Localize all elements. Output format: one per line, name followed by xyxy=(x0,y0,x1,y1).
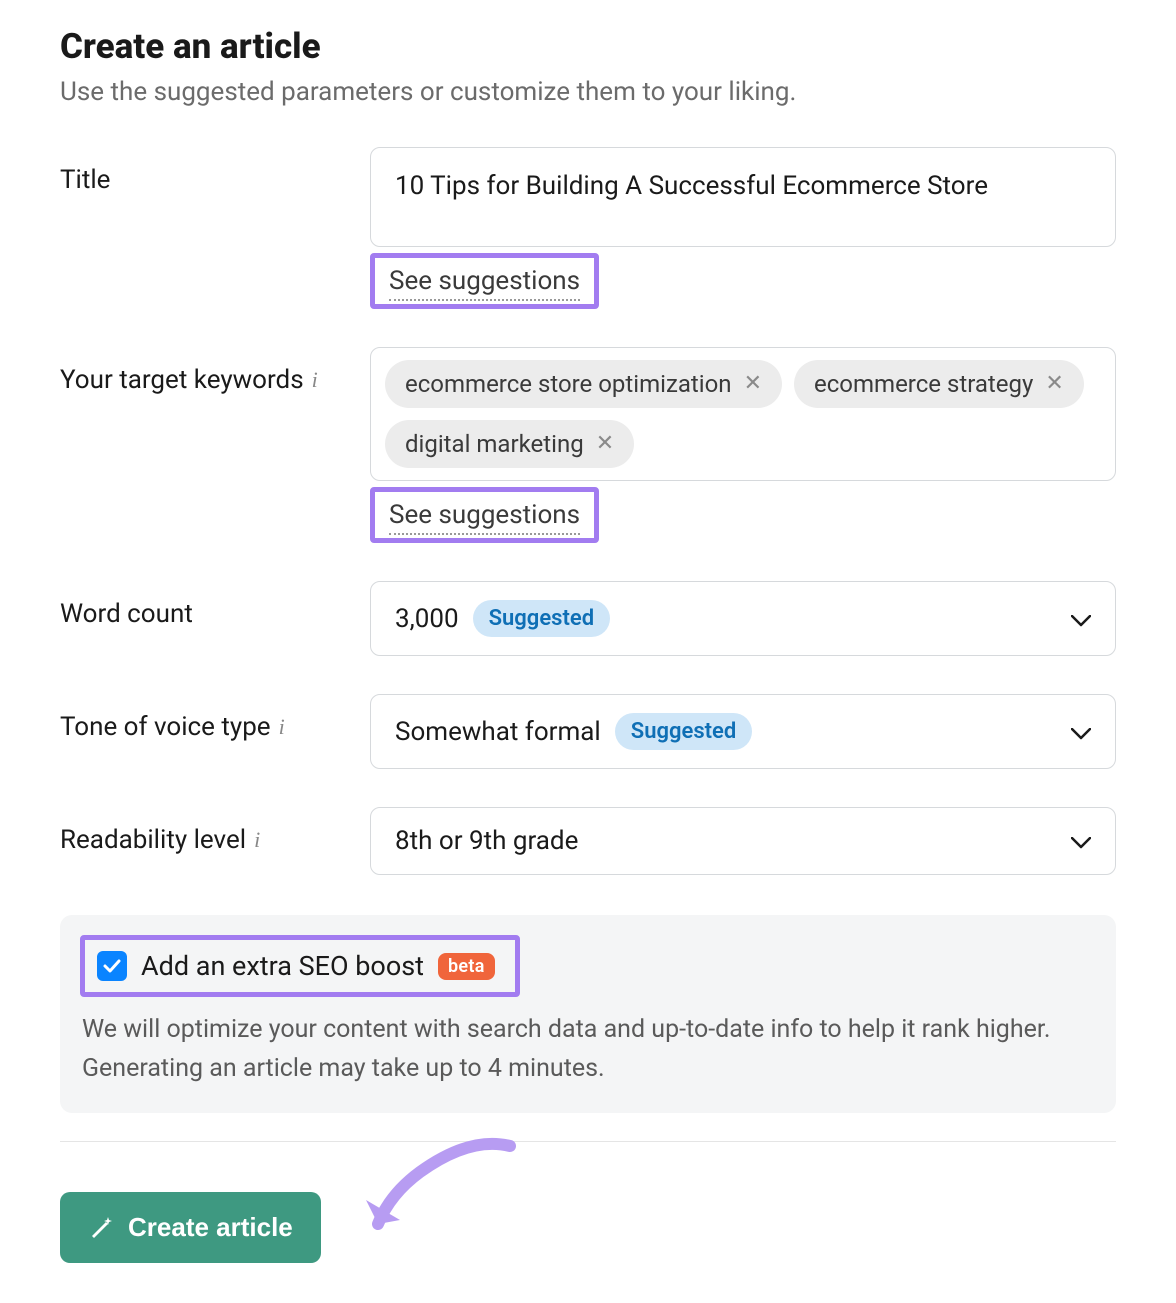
seo-boost-checkbox[interactable] xyxy=(97,951,127,981)
readability-value: 8th or 9th grade xyxy=(395,826,578,856)
seo-boost-description: We will optimize your content with searc… xyxy=(80,1011,1096,1089)
tone-value: Somewhat formal xyxy=(395,717,601,747)
keyword-chip: ecommerce store optimization ✕ xyxy=(385,360,782,408)
check-icon xyxy=(102,956,122,976)
annotation-arrow-icon xyxy=(360,1136,520,1246)
keywords-see-suggestions-link[interactable]: See suggestions xyxy=(389,500,580,535)
seo-boost-label: Add an extra SEO boost xyxy=(141,950,424,982)
remove-keyword-icon[interactable]: ✕ xyxy=(744,373,762,395)
word-count-value: 3,000 xyxy=(395,604,459,634)
tone-select[interactable]: Somewhat formal Suggested xyxy=(370,694,1116,769)
chevron-down-icon xyxy=(1071,717,1091,747)
keyword-chip: digital marketing ✕ xyxy=(385,420,634,468)
keyword-chip-label: ecommerce strategy xyxy=(814,370,1033,398)
readability-label: Readability level xyxy=(60,825,246,855)
readability-select[interactable]: 8th or 9th grade xyxy=(370,807,1116,875)
chevron-down-icon xyxy=(1071,604,1091,634)
title-input[interactable]: 10 Tips for Building A Successful Ecomme… xyxy=(370,147,1116,247)
create-article-button-label: Create article xyxy=(128,1212,293,1243)
title-see-suggestions-link[interactable]: See suggestions xyxy=(389,266,580,301)
suggested-badge: Suggested xyxy=(615,713,753,750)
create-article-button[interactable]: Create article xyxy=(60,1192,321,1263)
keyword-chip: ecommerce strategy ✕ xyxy=(794,360,1084,408)
keyword-chip-label: ecommerce store optimization xyxy=(405,370,732,398)
keywords-input[interactable]: ecommerce store optimization ✕ ecommerce… xyxy=(370,347,1116,481)
chevron-down-icon xyxy=(1071,826,1091,856)
title-label: Title xyxy=(60,165,110,195)
magic-wand-icon xyxy=(88,1214,114,1240)
info-icon[interactable]: i xyxy=(279,714,285,740)
info-icon[interactable]: i xyxy=(254,827,260,853)
keywords-label: Your target keywords xyxy=(60,365,304,395)
page-subtitle: Use the suggested parameters or customiz… xyxy=(60,77,1116,107)
seo-boost-panel: Add an extra SEO boost beta We will opti… xyxy=(60,915,1116,1113)
word-count-select[interactable]: 3,000 Suggested xyxy=(370,581,1116,656)
remove-keyword-icon[interactable]: ✕ xyxy=(1045,373,1063,395)
page-title: Create an article xyxy=(60,26,1116,67)
word-count-label: Word count xyxy=(60,599,193,629)
suggested-badge: Suggested xyxy=(473,600,611,637)
beta-badge: beta xyxy=(438,953,495,980)
info-icon[interactable]: i xyxy=(312,367,318,393)
remove-keyword-icon[interactable]: ✕ xyxy=(596,433,614,455)
tone-label: Tone of voice type xyxy=(60,712,271,742)
keyword-chip-label: digital marketing xyxy=(405,430,584,458)
